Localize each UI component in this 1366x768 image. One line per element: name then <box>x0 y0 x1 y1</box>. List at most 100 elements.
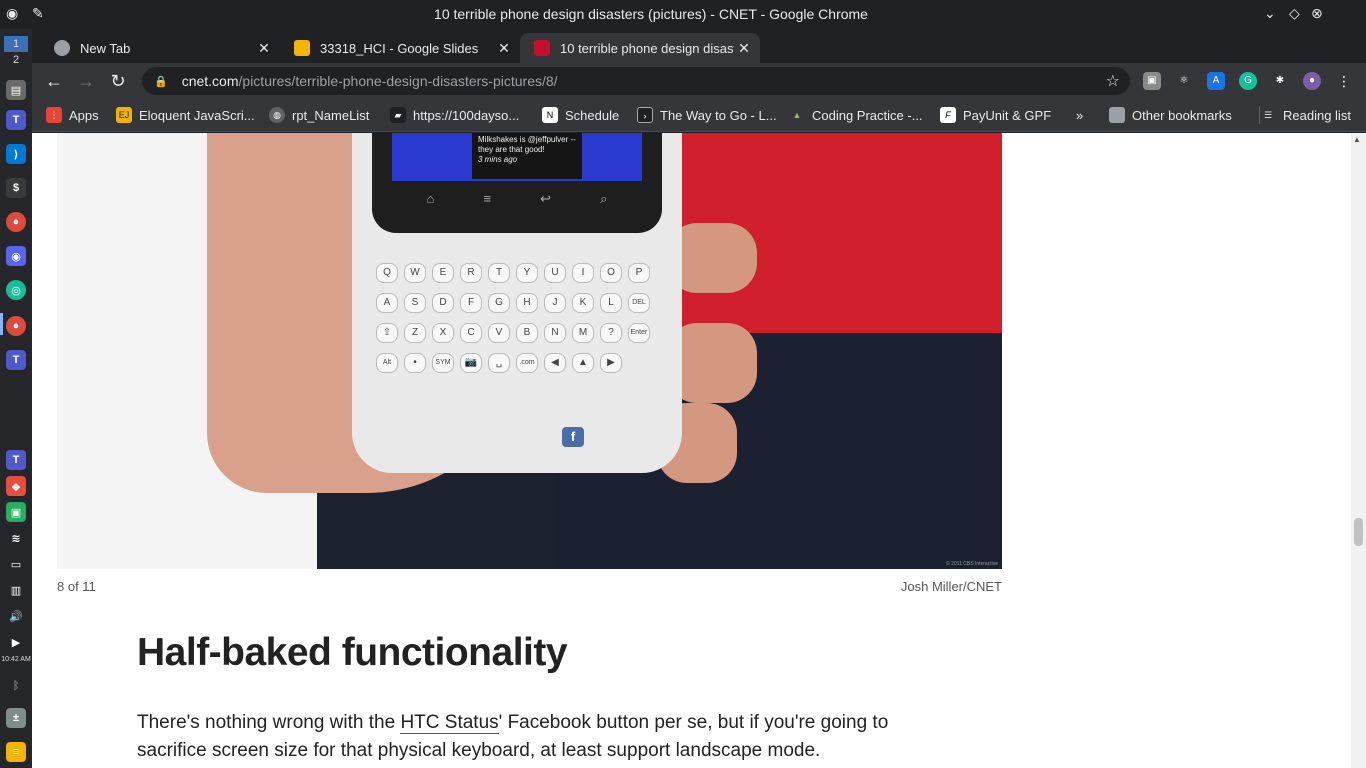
workspace-2[interactable]: 2 <box>4 52 28 68</box>
photo-copyright: © 2011 CBS Interactive <box>946 561 998 567</box>
tab-new-tab[interactable]: New Tab ✕ <box>40 33 280 63</box>
chrome-favicon-icon <box>54 40 70 56</box>
bookmark-eloquent-js[interactable]: EJ Eloquent JavaScri... <box>116 106 255 124</box>
volume-icon[interactable]: 🔊 <box>6 606 26 626</box>
reading-list-button[interactable]: ☰ Reading list <box>1259 106 1351 124</box>
tab-google-slides[interactable]: 33318_HCI - Google Slides ✕ <box>280 33 520 63</box>
keyboard-key: C <box>460 323 482 343</box>
notes-icon[interactable]: ≡ <box>6 742 26 762</box>
camera-app-icon[interactable]: ◎ <box>6 280 26 300</box>
package-icon[interactable]: ▣ <box>6 502 26 522</box>
keyboard-key: T <box>488 263 510 283</box>
other-bookmarks-folder[interactable]: Other bookmarks <box>1109 106 1232 124</box>
terminal-icon[interactable]: $ <box>6 178 26 198</box>
bookmark-way-to-go[interactable]: › The Way to Go - L... <box>637 106 777 124</box>
keyboard-key: L <box>600 293 622 313</box>
keyboard-key: DEL <box>628 293 650 313</box>
chrome-icon[interactable]: ● <box>6 212 26 232</box>
forward-arrow-icon[interactable]: → <box>75 70 97 92</box>
bookmark-apps[interactable]: ⋮ Apps <box>46 106 99 124</box>
home-key-icon: ⌂ <box>426 191 435 206</box>
wifi-icon[interactable]: ≋ <box>6 528 26 548</box>
close-tab-icon[interactable]: ✕ <box>734 40 754 57</box>
battery-icon[interactable]: ▭ <box>6 554 26 574</box>
menu-key-icon: ≡ <box>483 191 492 206</box>
bookmark-star-icon[interactable]: ☆ <box>1106 71 1120 91</box>
teams-secondary-icon[interactable]: T <box>6 350 26 370</box>
extensions-puzzle-icon[interactable]: ✱ <box>1271 72 1289 90</box>
photo-credit: Josh Miller/CNET <box>900 579 1002 594</box>
profile-avatar[interactable]: ● <box>1303 72 1321 90</box>
keyboard-key: H <box>516 293 538 313</box>
htc-phone: Milkshakes is @jeffpulver -- they are th… <box>352 133 682 473</box>
page-scrollbar[interactable]: ▲ <box>1351 133 1366 768</box>
chrome-active-icon[interactable]: ● <box>6 316 26 336</box>
bookmark-100days[interactable]: ▰ https://100dayso... <box>390 106 519 124</box>
keyboard-key: J <box>544 293 566 313</box>
teams-icon[interactable]: T <box>6 110 26 130</box>
bookmarks-overflow-chevron-icon[interactable]: » <box>1076 106 1083 124</box>
ejs-icon: EJ <box>116 107 132 123</box>
back-arrow-icon[interactable]: ← <box>43 70 65 92</box>
f-icon: F <box>940 107 956 123</box>
address-bar[interactable]: 🔒 cnet.com/pictures/terrible-phone-desig… <box>142 67 1130 95</box>
bookmark-label: Reading list <box>1283 107 1351 123</box>
bookmark-rpt-namelist[interactable]: ◍ rpt_NameList <box>269 106 369 124</box>
close-tab-icon[interactable]: ✕ <box>494 40 514 57</box>
expand-arrow-icon[interactable]: ▶ <box>6 632 26 652</box>
keyboard-key: ␣ <box>488 353 510 373</box>
scrollbar-thumb[interactable] <box>1354 518 1363 546</box>
discord-icon[interactable]: ◉ <box>6 246 26 266</box>
bookmark-payunit[interactable]: F PayUnit & GPF <box>940 106 1051 124</box>
htc-status-link[interactable]: HTC Status <box>400 712 499 734</box>
keyboard-key: ◀ <box>544 353 566 373</box>
extension-grammarly-icon[interactable]: G <box>1239 72 1257 90</box>
keyboard-key: S <box>404 293 426 313</box>
bookmark-schedule[interactable]: N Schedule <box>542 106 619 124</box>
apps-grid-icon: ⋮ <box>46 107 62 123</box>
keyboard-key: B <box>516 323 538 343</box>
lock-icon[interactable]: 🔒 <box>154 75 168 88</box>
keyboard-key: U <box>544 263 566 283</box>
keyboard-key: Q <box>376 263 398 283</box>
bookmark-label: https://100dayso... <box>413 107 520 123</box>
keyboard-row: Alt • SYM 📷 ␣ .com ◀ ▲ ▶ <box>376 353 658 373</box>
keyboard-row: A S D F G H J K L DEL <box>376 293 658 313</box>
vscode-icon[interactable]: ⟩ <box>6 144 26 164</box>
anydesk-icon[interactable]: ◆ <box>6 476 26 496</box>
clipboard-icon[interactable]: ▥ <box>6 580 26 600</box>
extension-translate-icon[interactable]: A <box>1207 72 1225 90</box>
keyboard-key: F <box>460 293 482 313</box>
reload-icon[interactable]: ↻ <box>107 70 129 92</box>
keyboard-key: I <box>572 263 594 283</box>
tab-strip: New Tab ✕ 33318_HCI - Google Slides ✕ 10… <box>32 29 1366 85</box>
extension-screenshot-icon[interactable]: ▣ <box>1143 72 1161 90</box>
system-dock: ✕ 1 2 ▤ T ⟩ $ ● ◉ ◎ ● T T ◆ ▣ ≋ ▭ ▥ 🔊 ▶ … <box>0 0 32 768</box>
gallery-photo[interactable]: Milkshakes is @jeffpulver -- they are th… <box>57 133 1002 569</box>
bluetooth-icon[interactable]: ᛒ <box>6 676 26 696</box>
keyboard-key: Alt <box>376 353 398 373</box>
keyboard-key: ▲ <box>572 353 594 373</box>
facebook-key: f <box>562 427 584 447</box>
chrome-menu-icon[interactable]: ⋮ <box>1335 72 1353 90</box>
keyboard-key: R <box>460 263 482 283</box>
keyboard-row: QWERTYUIOP <box>376 263 658 283</box>
url-path: /pictures/terrible-phone-design-disaster… <box>238 73 558 89</box>
extension-react-icon[interactable]: ⚛ <box>1175 72 1193 90</box>
notion-icon: N <box>542 107 558 123</box>
teams-notification-icon[interactable]: T <box>6 450 26 470</box>
workspace-1[interactable]: 1 <box>4 36 28 52</box>
keyboard-key: ▶ <box>600 353 622 373</box>
scroll-up-arrow-icon[interactable]: ▲ <box>1353 135 1361 144</box>
terminal-icon: › <box>637 107 653 123</box>
keyboard-key: • <box>404 353 426 373</box>
overflow-label: » <box>1076 107 1084 123</box>
keyboard-key: SYM <box>432 353 454 373</box>
file-manager-icon[interactable]: ▤ <box>6 80 26 100</box>
bookmark-coding-practice[interactable]: ▲ Coding Practice -... <box>789 106 923 124</box>
keyboard-key: ⇧ <box>376 323 398 343</box>
tab-cnet[interactable]: 10 terrible phone design disasters (pict… <box>520 33 760 63</box>
close-tab-icon[interactable]: ✕ <box>254 40 274 57</box>
calculator-icon[interactable]: ± <box>6 708 26 728</box>
mountain-icon: ▲ <box>792 110 802 120</box>
